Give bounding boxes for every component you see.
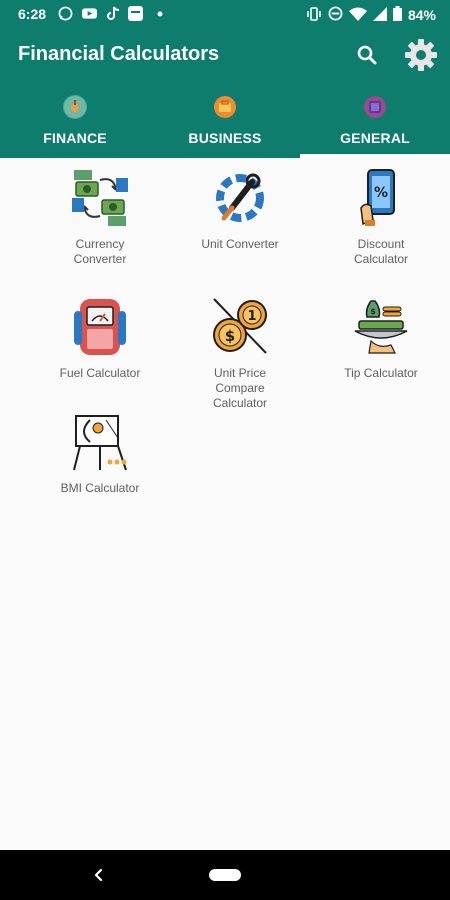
tip-tray-icon: $ (351, 297, 411, 357)
tab-bar: FINANCE BUSINESS GENERAL (0, 84, 450, 158)
search-icon[interactable] (354, 42, 380, 68)
youtube-icon (82, 6, 97, 21)
currency-converter-label: Currency Converter (73, 237, 127, 266)
tab-general-label: GENERAL (340, 130, 410, 146)
home-button[interactable] (209, 869, 241, 881)
back-button[interactable] (92, 866, 106, 884)
signal-icon (372, 6, 387, 24)
coins-compare-icon: $ 1 (210, 297, 270, 357)
dnd-icon (328, 6, 343, 24)
app-icon (128, 6, 143, 21)
phone-discount-icon: % (351, 168, 411, 228)
svg-text:%: % (374, 185, 388, 201)
tab-business[interactable]: BUSINESS (150, 84, 300, 158)
status-time: 6:28 (18, 6, 47, 22)
svg-text:$: $ (225, 327, 235, 345)
discount-calculator-label: Discount Calculator (353, 237, 409, 266)
svg-text:1: 1 (247, 309, 256, 324)
battery-icon (392, 6, 402, 24)
vibrate-icon (306, 6, 322, 24)
status-bar: 6:28 84% (0, 0, 450, 28)
navigation-bar (0, 850, 450, 900)
business-tab-icon (213, 95, 237, 119)
tab-finance-label: FINANCE (43, 130, 107, 146)
dot-icon (152, 6, 167, 21)
app-title: Financial Calculators (18, 43, 220, 65)
tab-finance[interactable]: FINANCE (0, 84, 150, 158)
app-bar: Financial Calculators (0, 28, 450, 84)
finance-tab-icon (63, 95, 87, 119)
tiktok-icon (106, 6, 121, 21)
fuel-calculator-label: Fuel Calculator (59, 366, 141, 380)
tab-selected-indicator (300, 154, 450, 158)
gear-wrench-icon (210, 168, 270, 228)
unit-price-compare-label: Unit Price Compare Calculator (212, 366, 268, 410)
currency-exchange-icon (70, 168, 130, 228)
tab-general[interactable]: GENERAL (300, 84, 450, 158)
unit-converter-label: Unit Converter (201, 237, 279, 251)
gear-icon[interactable] (403, 37, 439, 73)
wifi-icon (348, 7, 367, 24)
whatsapp-icon (58, 6, 73, 21)
general-tab-icon (363, 95, 387, 119)
fuel-pump-icon (70, 297, 130, 357)
tab-business-label: BUSINESS (188, 130, 262, 146)
presentation-chart-icon (70, 412, 130, 472)
status-right: 84% (306, 6, 436, 24)
bmi-calculator-label: BMI Calculator (60, 481, 140, 495)
svg-text:$: $ (370, 307, 376, 316)
battery-percent: 84% (407, 7, 436, 23)
tip-calculator-label: Tip Calculator (344, 366, 418, 380)
